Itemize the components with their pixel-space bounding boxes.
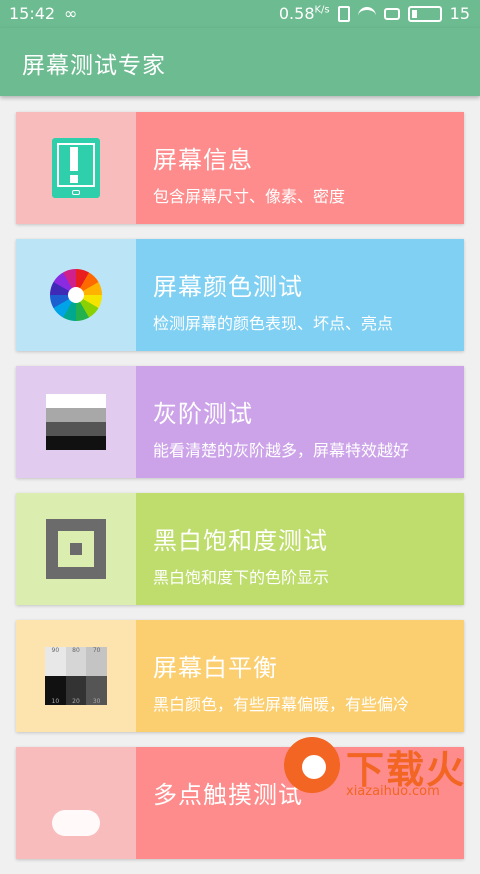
card-title: 灰阶测试 [153,400,253,428]
wb-label: 90 [45,647,66,676]
card-text-area: 屏幕白平衡 黑白颜色，有些屏幕偏暖，有些偏冷 [136,620,464,732]
card-icon-area [16,366,136,478]
card-color-test[interactable]: 屏幕颜色测试 检测屏幕的颜色表现、坏点、亮点 [16,239,464,351]
cloud-icon [52,810,100,836]
card-icon-area [16,747,136,859]
card-text-area: 黑白饱和度测试 黑白饱和度下的色阶显示 [136,493,464,605]
card-text-area: 屏幕颜色测试 检测屏幕的颜色表现、坏点、亮点 [136,239,464,351]
card-description: 能看清楚的灰阶越多，屏幕特效越好 [153,441,410,460]
app-title: 屏幕测试专家 [22,53,166,79]
card-description: 检测屏幕的颜色表现、坏点、亮点 [153,314,394,333]
wb-label: 30 [86,676,107,705]
card-icon-area [16,493,136,605]
card-description: 黑白饱和度下的色阶显示 [153,568,330,587]
white-balance-grid-icon: 90 80 70 10 20 30 [45,647,107,705]
wifi-icon [357,6,376,21]
wb-label: 10 [45,676,66,705]
flame-icon [284,737,340,793]
battery-level: 15 [449,4,470,23]
card-title: 黑白饱和度测试 [153,527,328,555]
grayscale-bars-icon [46,394,106,450]
card-text-area: 灰阶测试 能看清楚的灰阶越多，屏幕特效越好 [136,366,464,478]
network-speed: 0.58K/s [279,4,330,23]
card-text-area: 屏幕信息 包含屏幕尺寸、像素、密度 [136,112,464,224]
watermark-logo: 下载火 xiazaihuo.com [280,735,476,800]
card-title: 屏幕颜色测试 [153,273,303,301]
watermark-url: xiazaihuo.com [346,784,440,799]
wb-label: 20 [65,676,87,705]
wb-label: 70 [86,647,107,676]
network-speed-unit: K/s [314,4,330,16]
status-bar: 15:42 ∞ 0.58K/s 15 [0,0,480,28]
card-grayscale-test[interactable]: 灰阶测试 能看清楚的灰阶越多，屏幕特效越好 [16,366,464,478]
vibrate-icon [337,5,350,22]
app-title-bar: 屏幕测试专家 [0,28,480,96]
card-title: 屏幕白平衡 [153,654,278,682]
concentric-squares-icon [46,519,106,579]
card-icon-area: 90 80 70 10 20 30 [16,620,136,732]
color-wheel-icon [50,269,102,321]
card-description: 黑白颜色，有些屏幕偏暖，有些偏冷 [153,695,410,714]
card-icon-area [16,112,136,224]
card-white-balance[interactable]: 90 80 70 10 20 30 屏幕白平衡 黑白颜色，有些屏幕偏暖，有些偏冷 [16,620,464,732]
battery-icon [407,5,442,22]
tablet-alert-icon [52,138,100,198]
loop-icon: ∞ [64,4,78,23]
status-time: 15:42 [9,4,56,23]
wb-label: 80 [65,647,87,676]
card-saturation-test[interactable]: 黑白饱和度测试 黑白饱和度下的色阶显示 [16,493,464,605]
card-description: 包含屏幕尺寸、像素、密度 [153,187,346,206]
card-title: 屏幕信息 [153,146,253,174]
status-right: 0.58K/s 15 [279,4,470,23]
message-icon [383,7,400,20]
card-screen-info[interactable]: 屏幕信息 包含屏幕尺寸、像素、密度 [16,112,464,224]
card-icon-area [16,239,136,351]
network-speed-value: 0.58 [278,4,315,23]
